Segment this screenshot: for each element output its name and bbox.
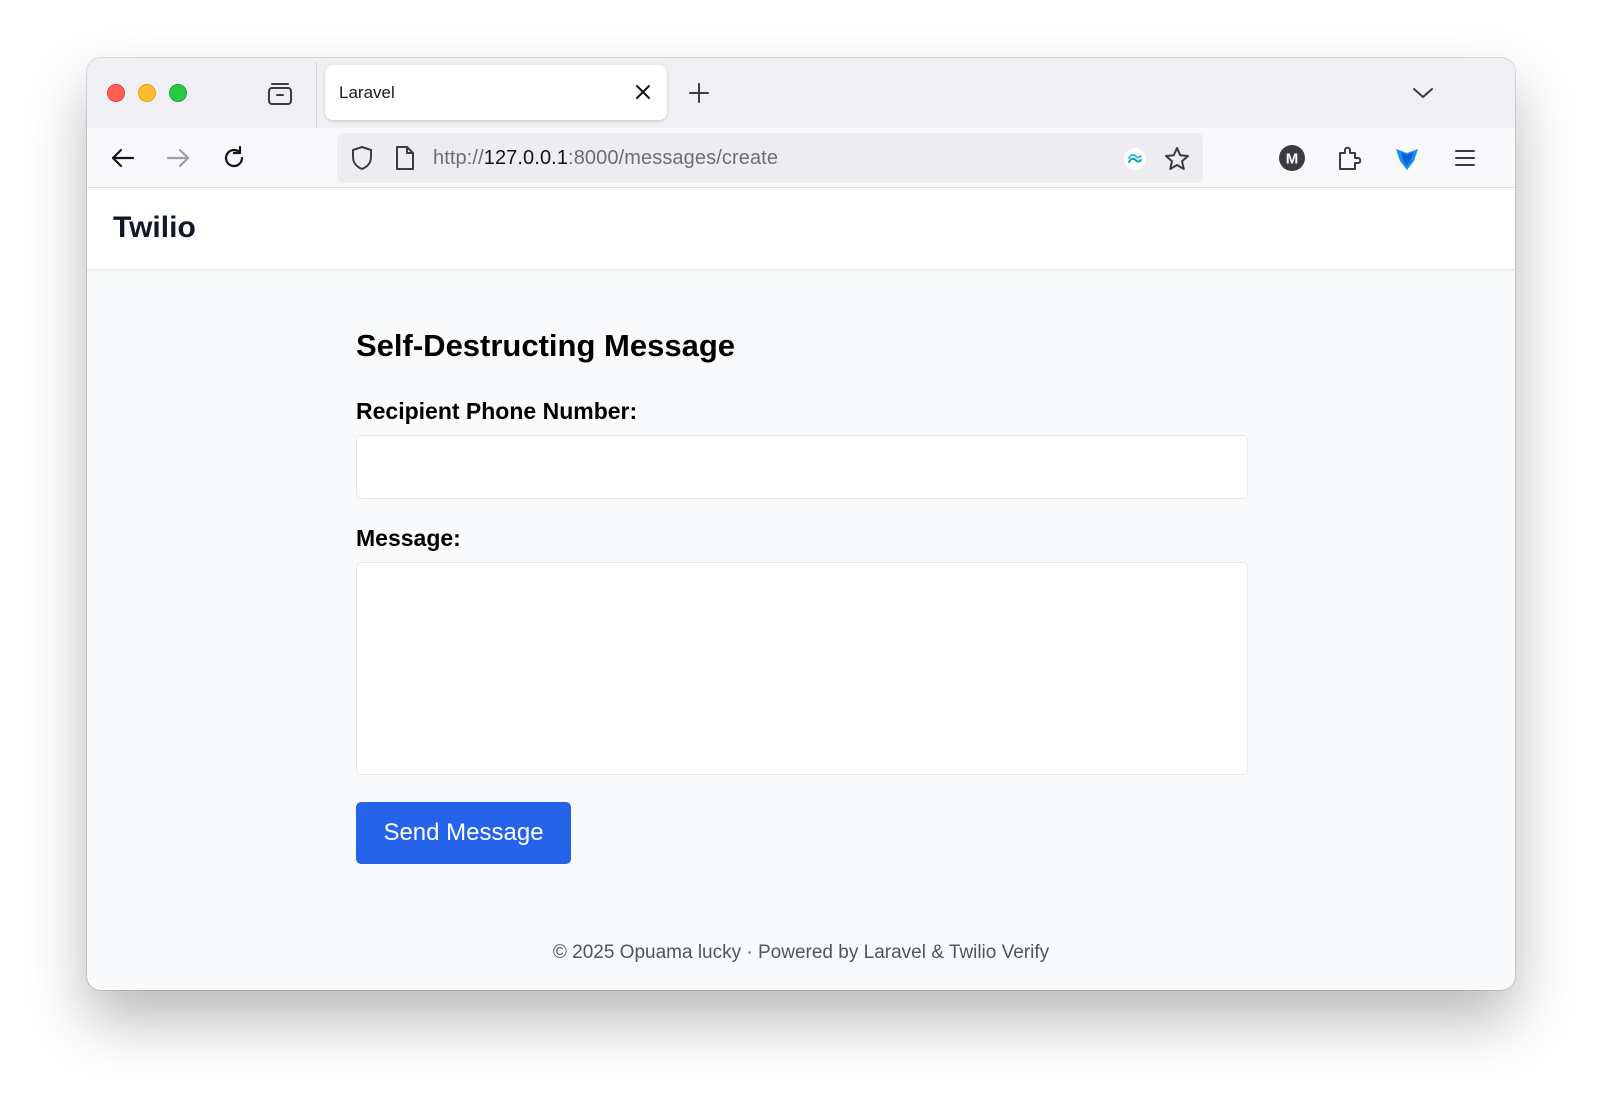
close-icon[interactable]	[633, 82, 653, 102]
tab-bar: Laravel	[87, 58, 1515, 128]
tab-overview-icon[interactable]	[267, 81, 293, 107]
account-avatar-icon[interactable]: M	[1277, 143, 1307, 173]
tab-laravel[interactable]: Laravel	[325, 65, 667, 120]
send-message-button[interactable]: Send Message	[356, 802, 571, 864]
page-title: Self-Destructing Message	[356, 328, 735, 363]
puzzle-icon[interactable]	[1334, 143, 1364, 173]
minimize-window-button[interactable]	[138, 84, 156, 102]
tab-title: Laravel	[339, 83, 395, 102]
nav-toolbar: http://127.0.0.1:8000/messages/create M	[87, 128, 1515, 188]
metamask-icon[interactable]	[1392, 143, 1422, 173]
tab-separator	[316, 62, 317, 128]
chevron-down-icon[interactable]	[1411, 81, 1435, 105]
url-host: 127.0.0.1	[483, 147, 569, 169]
arrow-left-icon[interactable]	[109, 144, 137, 172]
url-scheme: http://	[433, 147, 484, 169]
browser-window: Laravel http://127.0.0.1:8000/messages/c…	[87, 58, 1515, 990]
shield-icon[interactable]	[349, 145, 375, 171]
svg-text:M: M	[1286, 151, 1299, 168]
close-window-button[interactable]	[107, 84, 125, 102]
zoom-window-button[interactable]	[169, 84, 187, 102]
site-brand[interactable]: Twilio	[113, 211, 196, 245]
url-text[interactable]: http://127.0.0.1:8000/messages/create	[433, 147, 778, 170]
site-header: Twilio	[87, 188, 1515, 270]
page-icon[interactable]	[393, 145, 417, 171]
star-icon[interactable]	[1163, 145, 1191, 173]
url-path: :8000/messages/create	[568, 147, 779, 169]
phone-label: Recipient Phone Number:	[356, 398, 638, 424]
message-textarea[interactable]	[356, 562, 1248, 775]
page-footer: © 2025 Opuama lucky · Powered by Laravel…	[552, 942, 1050, 963]
message-form: Self-Destructing Message Recipient Phone…	[356, 328, 1248, 864]
url-bar[interactable]: http://127.0.0.1:8000/messages/create	[337, 133, 1203, 183]
arrow-right-icon[interactable]	[164, 144, 192, 172]
tailwind-icon[interactable]	[1123, 147, 1147, 171]
phone-input[interactable]	[356, 435, 1248, 499]
plus-icon[interactable]	[687, 81, 711, 105]
reload-icon[interactable]	[220, 144, 248, 172]
hamburger-icon[interactable]	[1450, 143, 1480, 173]
message-label: Message:	[356, 525, 461, 551]
